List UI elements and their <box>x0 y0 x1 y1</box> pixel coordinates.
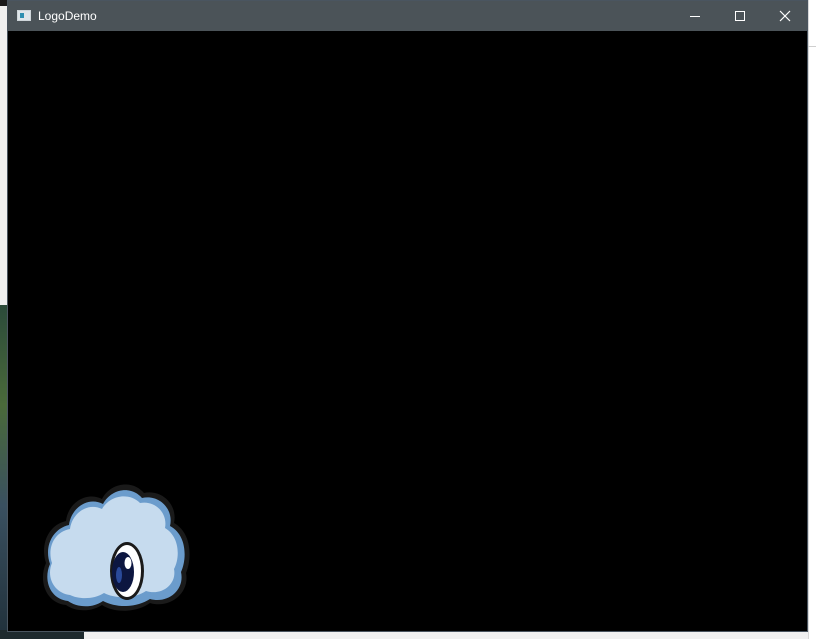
close-icon <box>779 10 790 22</box>
background-window-divider <box>808 46 816 47</box>
title-bar[interactable]: LogoDemo <box>8 1 807 31</box>
render-canvas[interactable] <box>8 31 807 631</box>
logodemo-window: LogoDemo <box>7 0 808 632</box>
cloud-eye-logo <box>42 484 190 611</box>
eye-pupil <box>112 552 134 592</box>
minimize-button[interactable] <box>672 1 717 31</box>
window-title: LogoDemo <box>38 9 97 23</box>
maximize-icon <box>734 11 745 21</box>
close-button[interactable] <box>762 1 807 31</box>
window-app-icon[interactable] <box>17 10 31 21</box>
maximize-button[interactable] <box>717 1 762 31</box>
eye-iris-highlight <box>116 567 122 583</box>
background-window-fragment-right <box>808 0 816 639</box>
minimize-icon <box>689 16 700 17</box>
eye-glint <box>124 557 132 569</box>
